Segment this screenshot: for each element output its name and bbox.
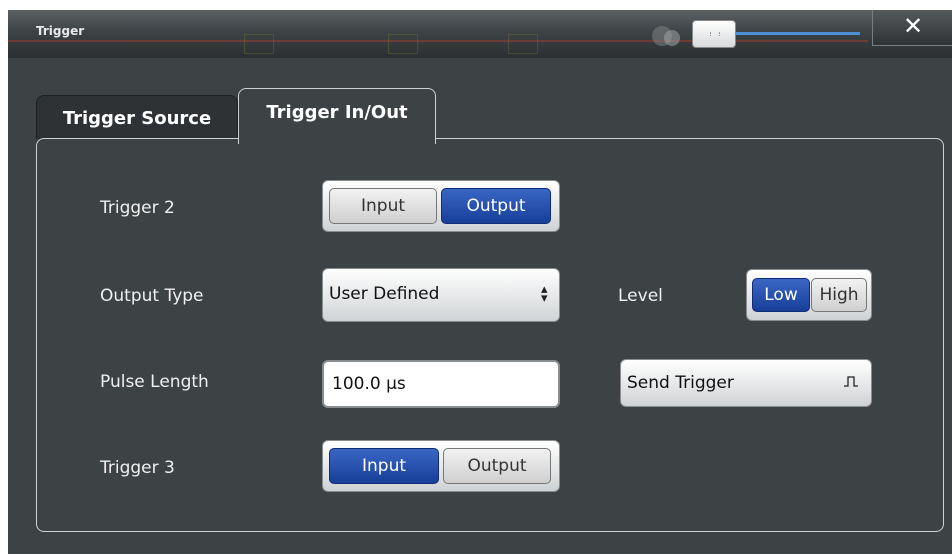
trigger2-label: Trigger 2 xyxy=(100,198,175,218)
trigger3-input-button[interactable]: Input xyxy=(329,448,439,484)
level-high-button[interactable]: High xyxy=(811,278,867,312)
send-trigger-label: Send Trigger xyxy=(627,373,734,393)
output-type-label: Output Type xyxy=(100,286,204,306)
trigger3-output-button[interactable]: Output xyxy=(443,448,551,484)
trigger2-toggle: Input Output xyxy=(322,180,560,232)
title-bar-decoration xyxy=(8,40,868,42)
title-bar-decoration xyxy=(244,34,274,54)
transparency-slider-track[interactable] xyxy=(736,32,860,35)
title-bar-decoration xyxy=(508,34,538,54)
title-bar[interactable]: Trigger ✕ xyxy=(8,10,952,58)
tab-trigger-in-out[interactable]: Trigger In/Out xyxy=(238,88,436,144)
close-button[interactable]: ✕ xyxy=(872,10,952,46)
send-trigger-button[interactable]: Send Trigger xyxy=(620,359,872,407)
trigger2-input-button[interactable]: Input xyxy=(329,188,437,224)
tab-label: Trigger Source xyxy=(62,108,212,129)
trigger2-output-button[interactable]: Output xyxy=(441,188,551,224)
dialog-title: Trigger xyxy=(36,24,85,38)
updown-icon: ▴ ▾ xyxy=(541,282,548,306)
tab-label: Trigger In/Out xyxy=(266,102,408,123)
trigger3-label: Trigger 3 xyxy=(100,458,175,478)
pulse-length-field[interactable] xyxy=(322,360,560,408)
close-icon: ✕ xyxy=(902,12,924,40)
output-type-value: User Defined xyxy=(329,284,440,304)
level-toggle: Low High xyxy=(746,269,872,321)
title-bar-decoration xyxy=(388,34,418,54)
trigger-dialog: Trigger ✕ Trigger Source Trigger In/Out … xyxy=(8,10,952,554)
level-low-button[interactable]: Low xyxy=(752,278,810,312)
output-type-select[interactable]: User Defined ▴ ▾ xyxy=(322,268,560,322)
transparency-icon-secondary xyxy=(664,30,680,46)
pulse-icon xyxy=(844,376,858,387)
tab-trigger-source[interactable]: Trigger Source xyxy=(36,95,238,139)
level-label: Level xyxy=(618,286,663,306)
transparency-slider-thumb[interactable] xyxy=(692,20,736,48)
pulse-length-label: Pulse Length xyxy=(100,372,209,392)
trigger3-toggle: Input Output xyxy=(322,440,560,492)
grip-icon xyxy=(710,32,720,36)
